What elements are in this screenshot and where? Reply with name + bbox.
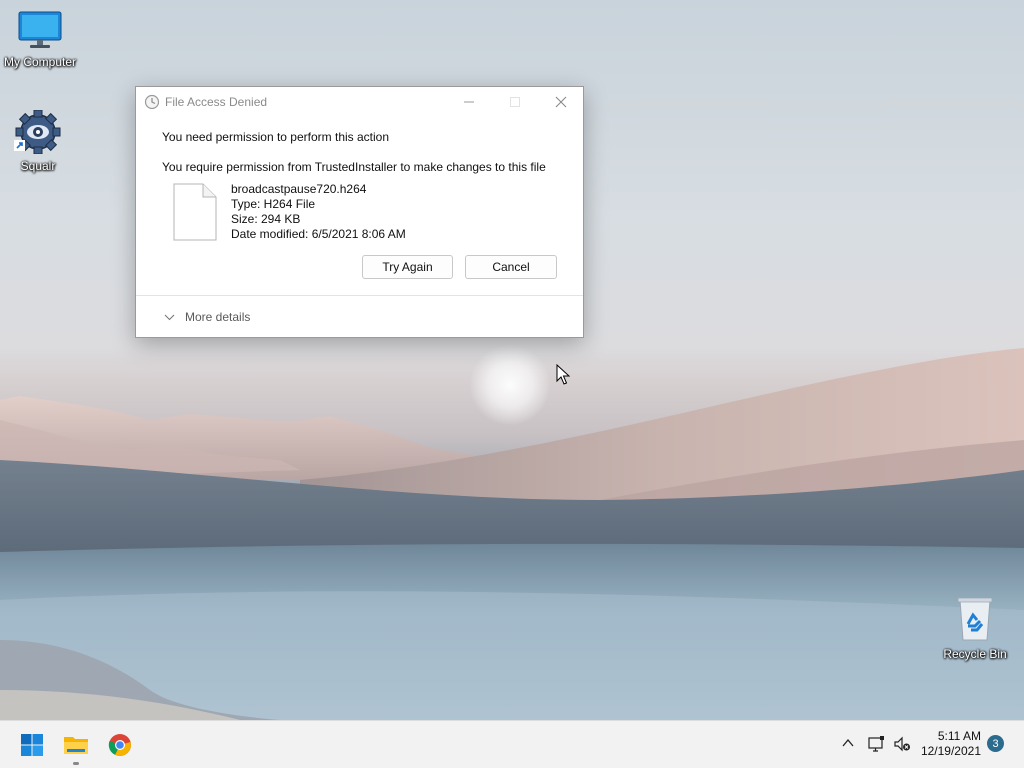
minimize-button[interactable] bbox=[446, 87, 492, 117]
file-name: broadcastpause720.h264 bbox=[231, 182, 367, 196]
start-button[interactable] bbox=[16, 729, 48, 761]
volume-muted-icon bbox=[894, 736, 910, 752]
running-indicator bbox=[73, 762, 79, 765]
clock-time: 5:11 AM bbox=[937, 729, 981, 743]
start-icon bbox=[21, 734, 43, 756]
dialog-divider bbox=[136, 295, 583, 296]
desktop-icon-label: My Computer bbox=[3, 55, 77, 69]
file-explorer-button[interactable] bbox=[60, 729, 92, 761]
recycle-bin-icon bbox=[935, 596, 1015, 645]
desktop-icon-squalr[interactable]: Squalr bbox=[0, 109, 78, 173]
desktop-icon-label: Recycle Bin bbox=[943, 647, 1007, 661]
file-info: broadcastpause720.h264 Type: H264 File S… bbox=[231, 182, 406, 242]
permission-detail: You require permission from TrustedInsta… bbox=[162, 160, 546, 174]
taskbar: 5:11 AM 12/19/2021 bbox=[0, 720, 1024, 768]
close-icon bbox=[555, 96, 567, 108]
mouse-cursor-icon bbox=[556, 363, 571, 389]
more-details-toggle[interactable]: More details bbox=[164, 310, 250, 324]
clock-date: 12/19/2021 bbox=[920, 744, 981, 758]
network-icon bbox=[868, 736, 884, 752]
chrome-icon bbox=[108, 734, 131, 756]
chevron-down-icon bbox=[164, 314, 175, 321]
dialog-title: File Access Denied bbox=[165, 95, 268, 109]
try-again-button[interactable]: Try Again bbox=[362, 255, 453, 279]
desktop-icon-recycle-bin[interactable]: Recycle Bin bbox=[935, 596, 1015, 661]
sun-glow bbox=[470, 345, 550, 425]
file-date-modified: Date modified: 6/5/2021 8:06 AM bbox=[231, 227, 406, 241]
chevron-up-icon bbox=[842, 738, 854, 747]
close-button[interactable] bbox=[538, 87, 584, 117]
minimize-icon bbox=[464, 101, 474, 103]
maximize-button bbox=[492, 87, 538, 117]
volume-button[interactable] bbox=[893, 735, 911, 753]
desktop-icon-label: Squalr bbox=[20, 159, 56, 173]
system-clock[interactable]: 5:11 AM 12/19/2021 bbox=[921, 729, 981, 759]
file-icon bbox=[173, 183, 217, 244]
chrome-button[interactable] bbox=[104, 729, 136, 761]
file-size: Size: 294 KB bbox=[231, 212, 301, 226]
desktop-icon-my-computer[interactable]: My Computer bbox=[0, 10, 80, 69]
clock-icon bbox=[144, 94, 160, 113]
network-button[interactable] bbox=[867, 735, 885, 753]
dialog-titlebar[interactable]: File Access Denied bbox=[136, 87, 583, 117]
squalr-gear-icon bbox=[0, 109, 78, 157]
show-hidden-icons-button[interactable] bbox=[840, 735, 856, 751]
cancel-button[interactable]: Cancel bbox=[465, 255, 557, 279]
file-type: Type: H264 File bbox=[231, 197, 316, 211]
notification-badge[interactable]: 3 bbox=[987, 735, 1004, 752]
more-details-label: More details bbox=[185, 310, 251, 324]
file-explorer-icon bbox=[64, 737, 88, 754]
permission-message: You need permission to perform this acti… bbox=[162, 130, 390, 144]
maximize-icon bbox=[510, 97, 520, 107]
monitor-icon bbox=[0, 10, 80, 53]
file-access-denied-dialog: File Access Denied You need permission t… bbox=[135, 86, 584, 338]
